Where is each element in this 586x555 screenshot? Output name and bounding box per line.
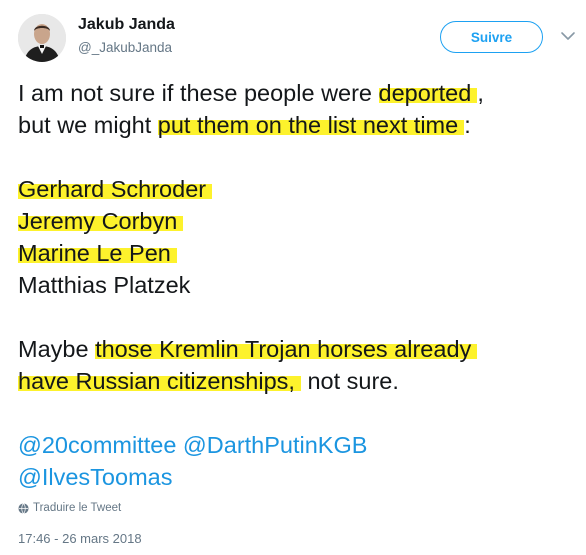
- highlighted-text: deported: [378, 80, 478, 106]
- highlighted-name: Gerhard Schroder: [18, 176, 213, 202]
- mentions-line: @IlvesToomas: [18, 461, 578, 493]
- name-line: Jeremy Corbyn: [18, 205, 578, 237]
- name-line: Matthias Platzek: [18, 269, 578, 301]
- tweet-text-segment: not sure.: [300, 368, 399, 394]
- author-handle[interactable]: @_JakubJanda: [78, 40, 172, 55]
- avatar-portrait-image: [18, 14, 66, 62]
- tweet-text-segment: Maybe: [18, 336, 96, 362]
- avatar[interactable]: [18, 14, 66, 62]
- mention-link[interactable]: @20committee: [18, 432, 176, 458]
- tweet-timestamp[interactable]: 17:46 - 26 mars 2018: [18, 531, 142, 546]
- globe-icon: [18, 502, 29, 514]
- name-line: Gerhard Schroder: [18, 173, 578, 205]
- tweet-line: Maybe those Kremlin Trojan horses alread…: [18, 333, 578, 365]
- name-line: Marine Le Pen: [18, 237, 578, 269]
- follow-button[interactable]: Suivre: [440, 21, 543, 53]
- plain-name: Matthias Platzek: [18, 272, 191, 298]
- tweet-text: I am not sure if these people were depor…: [18, 77, 578, 493]
- chevron-down-icon[interactable]: [559, 27, 577, 45]
- tweet-line: but we might put them on the list next t…: [18, 109, 578, 141]
- tweet-text-segment: :: [464, 112, 471, 138]
- translate-tweet-link[interactable]: Traduire le Tweet: [18, 502, 121, 514]
- highlighted-name: Jeremy Corbyn: [18, 208, 184, 234]
- tweet-line: have Russian citizenships, not sure.: [18, 365, 578, 397]
- tweet-text-segment: but we might: [18, 112, 158, 138]
- highlighted-text: those Kremlin Trojan horses already: [95, 336, 478, 362]
- author-display-name[interactable]: Jakub Janda: [78, 16, 175, 34]
- mention-link[interactable]: @IlvesToomas: [18, 464, 172, 490]
- tweet-text-segment: ,: [477, 80, 484, 106]
- translate-label: Traduire le Tweet: [33, 502, 122, 514]
- tweet-text-segment: I am not sure if these people were: [18, 80, 379, 106]
- tweet-line: I am not sure if these people were depor…: [18, 77, 578, 109]
- highlighted-name: Marine Le Pen: [18, 240, 177, 266]
- mention-link[interactable]: @DarthPutinKGB: [183, 432, 368, 458]
- highlighted-text: have Russian citizenships,: [18, 368, 301, 394]
- highlighted-text: put them on the list next time: [157, 112, 465, 138]
- mentions-line: @20committee @DarthPutinKGB: [18, 429, 578, 461]
